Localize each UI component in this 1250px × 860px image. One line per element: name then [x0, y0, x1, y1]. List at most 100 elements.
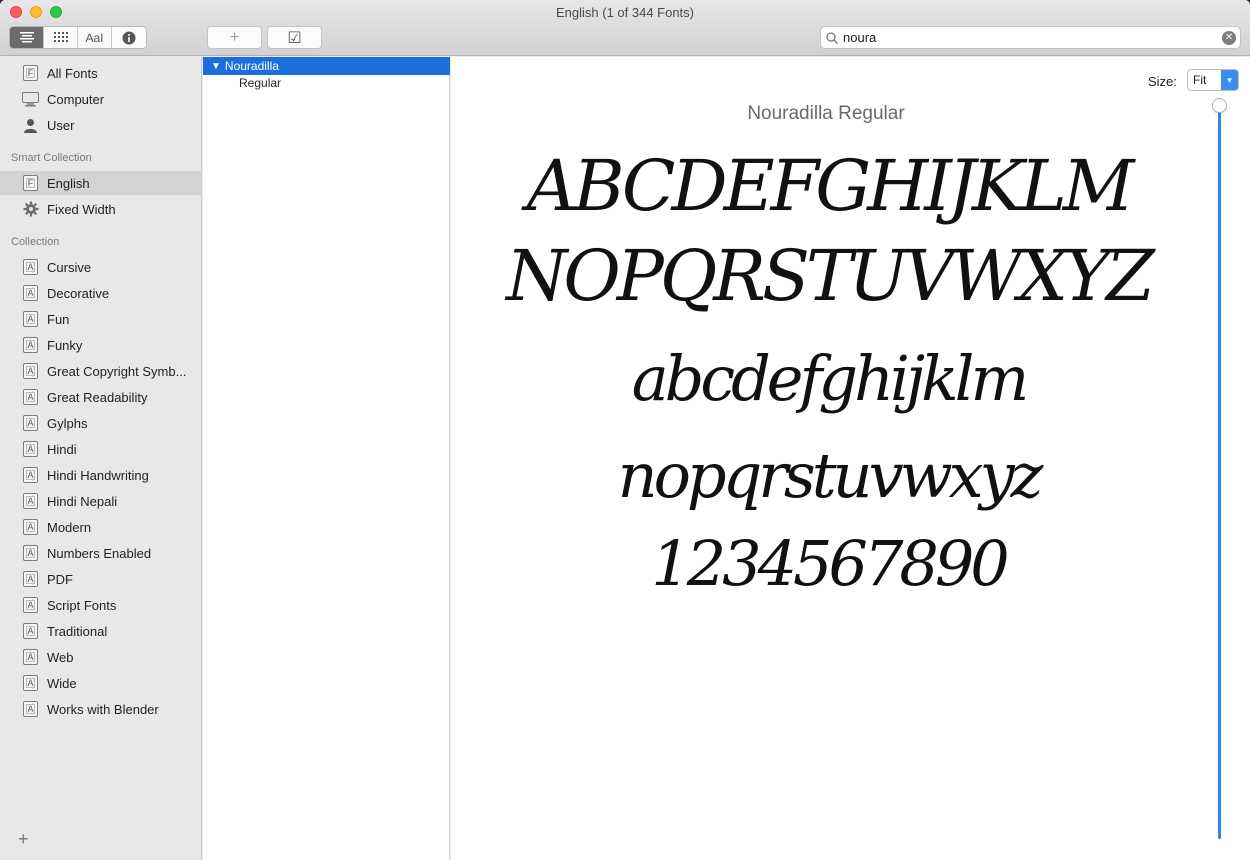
sidebar-item-label: PDF	[47, 571, 73, 587]
sidebar-item-collection[interactable]: A Traditional	[0, 619, 202, 643]
collection-icon: A	[22, 571, 39, 588]
add-collection-button[interactable]: +	[18, 829, 29, 850]
collection-icon: A	[22, 623, 39, 640]
sidebar-item-collection[interactable]: A Funky	[0, 333, 202, 357]
clear-search-icon[interactable]: ✕	[1222, 30, 1236, 45]
collection-icon: A	[22, 649, 39, 666]
preview-sample-lowercase-2: nopqrstuvwxyz	[617, 439, 1044, 512]
sidebar-item-collection[interactable]: A PDF	[0, 567, 202, 591]
sample-view-button[interactable]: AaI	[78, 27, 112, 48]
font-info-button[interactable]	[112, 27, 146, 48]
view-mode-segmented-control: AaI	[9, 26, 147, 49]
sidebar-item-label: English	[47, 175, 90, 191]
sidebar-item-collection[interactable]: A Decorative	[0, 281, 202, 305]
font-family-label: Nouradilla	[224, 59, 279, 73]
validate-font-button[interactable]: ☑	[267, 26, 322, 49]
collection-header: Collection	[11, 236, 60, 248]
list-view-icon	[19, 32, 34, 43]
font-library-icon: F	[22, 65, 39, 82]
collection-icon: A	[22, 675, 39, 692]
font-book-window: English (1 of 344 Fonts) AaI + ☑ noura ✕…	[0, 0, 1250, 860]
sidebar-item-collection[interactable]: A Fun	[0, 307, 202, 331]
sidebar-item-label: Computer	[47, 91, 105, 107]
sidebar-item-label: Traditional	[47, 623, 108, 639]
sidebar-item-fixed-width[interactable]: Fixed Width	[0, 197, 202, 221]
grid-view-button[interactable]	[44, 27, 78, 48]
sidebar-item-label: Works with Blender	[47, 701, 159, 717]
sidebar-item-label: Modern	[47, 519, 92, 535]
font-list: ▼ Nouradilla Regular	[203, 57, 450, 860]
sidebar-item-label: Numbers Enabled	[47, 545, 152, 561]
font-preview-title: Nouradilla Regular	[747, 103, 905, 124]
preview-sample-uppercase-1: ABCDEFGHIJKLM	[526, 145, 1135, 227]
collection-icon: A	[22, 389, 39, 406]
sidebar-item-collection[interactable]: A Great Readability	[0, 385, 202, 409]
collection-icon: A	[22, 493, 39, 510]
collection-icon: A	[22, 337, 39, 354]
sidebar-item-label: Great Copyright Symb...	[47, 363, 187, 379]
size-slider-knob[interactable]	[1212, 98, 1227, 113]
add-font-button[interactable]: +	[207, 26, 262, 49]
sidebar-item-label: Hindi	[47, 441, 77, 457]
collection-icon: A	[22, 467, 39, 484]
sidebar-item-collection[interactable]: A Hindi	[0, 437, 202, 461]
sidebar-item-label: Hindi Nepali	[47, 493, 118, 509]
sidebar-item-label: Cursive	[47, 259, 92, 275]
sidebar-item-collection[interactable]: A Wide	[0, 671, 202, 695]
sidebar-item-label: Web	[47, 649, 74, 665]
sidebar-item-label: Wide	[47, 675, 77, 691]
sidebar-item-collection[interactable]: A Great Copyright Symb...	[0, 359, 202, 383]
computer-icon	[22, 91, 39, 108]
sidebar-item-collection[interactable]: A Modern	[0, 515, 202, 539]
sidebar-item-collection[interactable]: A Hindi Nepali	[0, 489, 202, 513]
sidebar-item-label: User	[47, 117, 75, 133]
sidebar-item-label: Gylphs	[47, 415, 88, 431]
sidebar-item-collection[interactable]: A Cursive	[0, 255, 202, 279]
sidebar-item-collection[interactable]: A Script Fonts	[0, 593, 202, 617]
window-title: English (1 of 344 Fonts)	[555, 5, 695, 20]
preview-sample-uppercase-2: NOPQRSTUVWXYZ	[506, 235, 1155, 317]
size-label: Size:	[1148, 74, 1177, 89]
sidebar-item-collection[interactable]: A Gylphs	[0, 411, 202, 435]
sidebar-item-collection[interactable]: A Hindi Handwriting	[0, 463, 202, 487]
preview-sample-lowercase-1: abcdefghijklm	[631, 342, 1030, 415]
sidebar-item-english[interactable]: F English	[0, 171, 202, 195]
sidebar-item-computer[interactable]: Computer	[0, 87, 202, 111]
sidebar-item-label: Great Readability	[47, 389, 148, 405]
collection-icon: A	[22, 311, 39, 328]
smart-collection-header: Smart Collection	[11, 152, 92, 164]
collections-sidebar: F All Fonts Computer User Smart Collecti…	[0, 57, 202, 860]
size-select[interactable]: Fit ▾	[1187, 69, 1239, 91]
size-select-value: Fit	[1193, 73, 1207, 87]
chevron-down-icon: ▾	[1221, 70, 1238, 90]
title-bar: English (1 of 344 Fonts) AaI + ☑ noura ✕	[0, 0, 1250, 56]
grid-view-icon	[53, 32, 68, 42]
collection-icon: A	[22, 259, 39, 276]
collection-icon: A	[22, 545, 39, 562]
sidebar-item-collection[interactable]: A Web	[0, 645, 202, 669]
collection-icon: A	[22, 701, 39, 718]
sidebar-item-collection[interactable]: A Works with Blender	[0, 697, 202, 721]
search-icon	[821, 31, 843, 44]
font-family-row[interactable]: ▼ Nouradilla	[203, 57, 450, 75]
disclosure-triangle-icon[interactable]: ▼	[211, 61, 221, 72]
info-icon	[122, 31, 136, 44]
list-view-button[interactable]	[10, 27, 44, 48]
sample-view-icon: AaI	[85, 30, 104, 45]
font-library-icon: F	[22, 175, 39, 192]
sidebar-item-user[interactable]: User	[0, 113, 202, 137]
font-face-row[interactable]: Regular	[239, 76, 281, 90]
user-icon	[22, 117, 39, 134]
collection-icon: A	[22, 441, 39, 458]
sidebar-item-all-fonts[interactable]: F All Fonts	[0, 61, 202, 85]
collection-icon: A	[22, 363, 39, 380]
collection-icon: A	[22, 285, 39, 302]
sidebar-item-label: All Fonts	[47, 65, 98, 81]
size-slider-track[interactable]	[1218, 106, 1221, 839]
gear-icon	[22, 201, 39, 218]
search-input[interactable]	[843, 30, 1222, 45]
sidebar-item-label: Fun	[47, 311, 70, 327]
sidebar-item-collection[interactable]: A Numbers Enabled	[0, 541, 202, 565]
sidebar-item-label: Script Fonts	[47, 597, 117, 613]
sidebar-item-label: Decorative	[47, 285, 110, 301]
